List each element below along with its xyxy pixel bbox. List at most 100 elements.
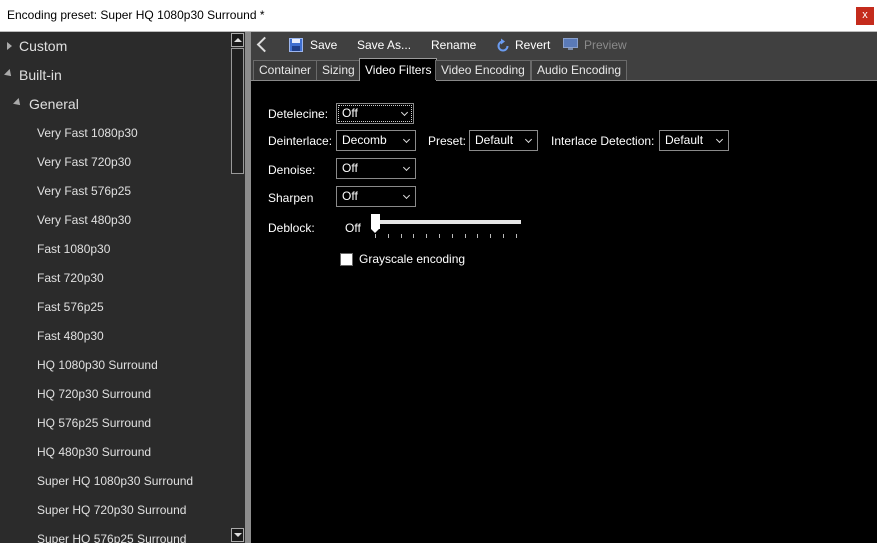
tab-label: Video Filters: [365, 63, 432, 77]
back-chevron-icon: [256, 36, 273, 53]
video-filters-panel: Detelecine: Off Deinterlace: Decomb Pres…: [251, 81, 877, 543]
tab-label: Video Encoding: [441, 63, 525, 77]
tree-item-label: Super HQ 720p30 Surround: [37, 503, 187, 517]
preset-editor: Save Save As... Rename Revert Preview Co…: [251, 32, 877, 543]
denoise-value: Off: [342, 161, 358, 175]
slider-tick: [426, 234, 428, 238]
tab-audio-encoding[interactable]: Audio Encoding: [531, 60, 628, 80]
tab-video-encoding[interactable]: Video Encoding: [435, 60, 531, 80]
tree-item-preset[interactable]: Super HQ 576p25 Surround: [0, 526, 230, 543]
tree-item-label: HQ 1080p30 Surround: [37, 358, 158, 372]
scroll-down-icon: [234, 533, 242, 537]
tree-item-preset[interactable]: HQ 480p30 Surround: [0, 439, 230, 465]
tree-item-preset[interactable]: Super HQ 720p30 Surround: [0, 497, 230, 523]
slider-tick: [464, 234, 466, 238]
tree-item-label: Built-in: [19, 67, 62, 83]
close-button[interactable]: x: [856, 7, 874, 25]
tab-label: Container: [259, 63, 312, 77]
tree-item-custom[interactable]: Custom: [0, 33, 230, 59]
tree-item-label: Fast 720p30: [37, 271, 104, 285]
tree-item-label: Super HQ 576p25 Surround: [37, 532, 187, 543]
sharpen-dropdown[interactable]: Off: [336, 186, 416, 207]
tab-video-filters[interactable]: Video Filters: [359, 58, 438, 81]
back-button[interactable]: [251, 32, 277, 58]
slider-tick: [375, 234, 376, 238]
tab-sizing[interactable]: Sizing: [316, 60, 361, 80]
slider-tick: [451, 234, 453, 238]
tree-item-preset[interactable]: Very Fast 720p30: [0, 149, 230, 175]
expand-arrow-icon[interactable]: [7, 42, 12, 50]
tree-item-label: General: [29, 96, 79, 112]
deinterlace-label: Deinterlace:: [268, 134, 333, 148]
chevron-down-icon: [715, 135, 724, 144]
preview-button[interactable]: Preview: [563, 32, 628, 58]
tree-item-preset[interactable]: Fast 576p25: [0, 294, 230, 320]
detelecine-dropdown[interactable]: Off: [336, 103, 414, 124]
sharpen-value: Off: [342, 189, 358, 203]
revert-button[interactable]: Revert: [496, 32, 551, 58]
scroll-up-button[interactable]: [231, 33, 244, 47]
slider-tick: [439, 234, 440, 238]
tree-item-general[interactable]: General: [0, 91, 230, 117]
slider-tick: [490, 234, 492, 238]
denoise-dropdown[interactable]: Off: [336, 158, 416, 179]
deinterlace-preset-dropdown[interactable]: Default: [469, 130, 538, 151]
tree-item-preset[interactable]: Very Fast 1080p30: [0, 120, 230, 146]
tree-item-label: Super HQ 1080p30 Surround: [37, 474, 194, 488]
tree-item-preset[interactable]: Fast 720p30: [0, 265, 230, 291]
tree-item-preset[interactable]: HQ 576p25 Surround: [0, 410, 230, 436]
save-label: Save: [310, 38, 338, 52]
deblock-slider-thumb[interactable]: [371, 214, 380, 233]
tree-item-preset[interactable]: Very Fast 576p25: [0, 178, 230, 204]
denoise-label: Denoise:: [268, 163, 316, 177]
slider-tick: [515, 234, 517, 238]
chevron-down-icon: [402, 135, 411, 144]
deinterlace-value: Decomb: [342, 133, 387, 147]
deblock-slider-track[interactable]: [371, 220, 521, 224]
rename-button[interactable]: Rename: [431, 32, 476, 58]
preview-icon: [563, 38, 578, 50]
tree-item-preset[interactable]: HQ 720p30 Surround: [0, 381, 230, 407]
scroll-thumb[interactable]: [231, 48, 244, 174]
rename-label: Rename: [431, 38, 477, 52]
interlace-detection-label: Interlace Detection:: [551, 134, 655, 148]
tree-item-label: Fast 480p30: [37, 329, 104, 343]
detelecine-label: Detelecine:: [268, 107, 329, 121]
save-button[interactable]: Save: [289, 32, 339, 58]
tab-label: Audio Encoding: [537, 63, 622, 77]
slider-tick: [387, 234, 389, 238]
tree-item-label: Very Fast 720p30: [37, 155, 132, 169]
tree-item-preset[interactable]: Fast 1080p30: [0, 236, 230, 262]
scroll-down-button[interactable]: [231, 528, 244, 542]
save-icon: [289, 38, 303, 52]
slider-tick: [400, 234, 402, 238]
tree-item-preset[interactable]: HQ 1080p30 Surround: [0, 352, 230, 378]
slider-tick: [477, 234, 479, 238]
detelecine-value: Off: [342, 106, 358, 120]
toolbar: Save Save As... Rename Revert Preview: [251, 32, 877, 58]
interlace-detection-dropdown[interactable]: Default: [659, 130, 729, 151]
tree-item-label: HQ 480p30 Surround: [37, 445, 152, 459]
tree-item-label: Custom: [19, 38, 68, 54]
tree-item-label: Very Fast 480p30: [37, 213, 132, 227]
save-as-button[interactable]: Save As...: [357, 32, 411, 58]
revert-label: Revert: [515, 38, 551, 52]
collapse-arrow-icon[interactable]: [4, 69, 14, 79]
tree-item-preset[interactable]: Super HQ 1080p30 Surround: [0, 468, 230, 494]
tree-item-preset[interactable]: Very Fast 480p30: [0, 207, 230, 233]
tree-scrollbar[interactable]: [230, 32, 245, 543]
slider-tick: [413, 234, 415, 238]
tree-item-builtin[interactable]: Built-in: [0, 62, 230, 88]
grayscale-checkbox[interactable]: [340, 253, 353, 266]
tree-item-label: HQ 720p30 Surround: [37, 387, 152, 401]
chevron-down-icon: [402, 163, 411, 172]
slider-tick: [503, 234, 504, 238]
close-icon: x: [862, 9, 868, 21]
deinterlace-dropdown[interactable]: Decomb: [336, 130, 416, 151]
collapse-arrow-icon[interactable]: [13, 98, 23, 108]
tree-item-label: Fast 1080p30: [37, 242, 111, 256]
tab-container[interactable]: Container: [253, 60, 318, 80]
deinterlace-preset-value: Default: [475, 133, 514, 147]
save-as-label: Save As...: [357, 38, 412, 52]
tree-item-preset[interactable]: Fast 480p30: [0, 323, 230, 349]
